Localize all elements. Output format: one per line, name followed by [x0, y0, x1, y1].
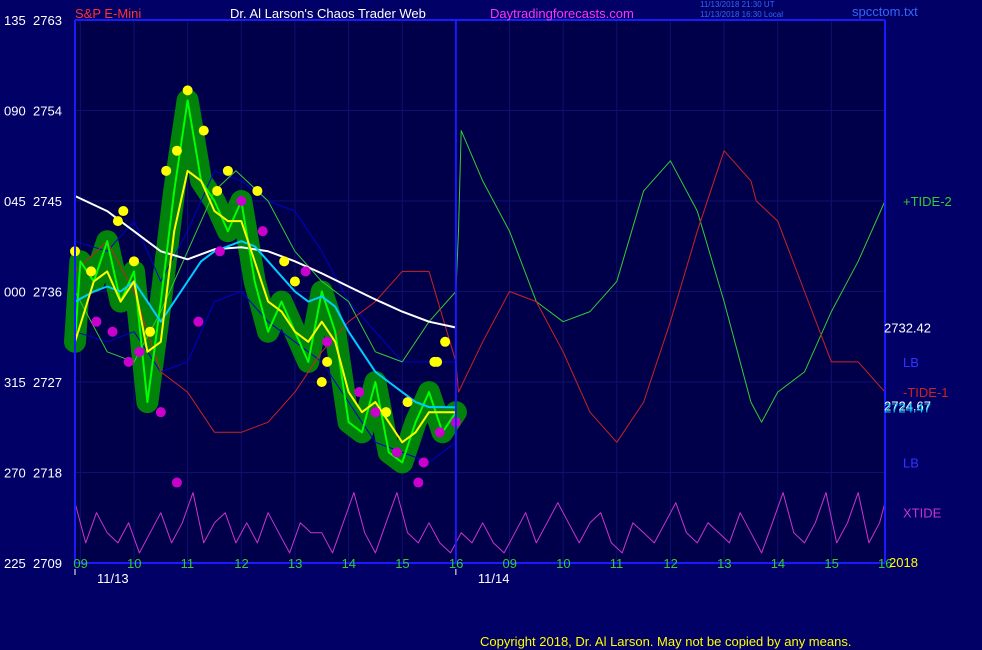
y-tick-price-label: 2727 — [33, 375, 62, 390]
high-marker — [322, 356, 333, 367]
high-marker — [279, 256, 290, 267]
low-marker — [370, 407, 381, 418]
high-marker — [402, 397, 413, 408]
chart-title: Dr. Al Larson's Chaos Trader Web — [230, 6, 426, 21]
copyright-notice: Copyright 2018, Dr. Al Larson. May not b… — [480, 634, 851, 649]
timestamp-local: 11/13/2018 16:30 Local — [700, 10, 783, 19]
low-marker — [418, 457, 429, 468]
high-marker — [432, 356, 443, 367]
x-tick-label: 12 — [663, 556, 677, 571]
site-link[interactable]: Daytradingforecasts.com — [490, 6, 634, 21]
x-tick-label: 11 — [610, 556, 624, 571]
y-tick-price-label: 2745 — [33, 194, 62, 209]
low-marker — [300, 266, 311, 277]
low-marker — [413, 477, 424, 488]
x-tick-label: 14 — [771, 556, 785, 571]
x-tick-label: 16 — [449, 556, 463, 571]
low-marker — [155, 407, 166, 418]
high-marker — [222, 165, 233, 176]
low-marker — [434, 427, 445, 438]
y-tick-left-label: 270 — [4, 466, 26, 481]
x-tick-label: 12 — [234, 556, 248, 571]
low-marker — [354, 387, 365, 398]
high-marker — [381, 407, 392, 418]
y-tick-price-label: 2736 — [33, 285, 62, 300]
low-marker — [107, 326, 118, 337]
data-file-name: spcctom.txt — [852, 4, 918, 19]
low-marker — [214, 246, 225, 257]
right-series-label: LB — [903, 355, 919, 370]
x-tick-label: 15 — [395, 556, 409, 571]
high-marker — [129, 256, 140, 267]
high-marker — [198, 125, 209, 136]
high-marker — [182, 85, 193, 96]
high-marker — [86, 266, 97, 277]
year-label: 2018 — [889, 555, 918, 570]
date-label: 11/13 — [97, 571, 129, 586]
high-marker — [171, 145, 182, 156]
low-marker — [123, 356, 134, 367]
high-marker — [118, 206, 129, 217]
low-marker — [236, 196, 247, 206]
x-tick-label: 10 — [127, 556, 141, 571]
y-tick-price-label: 2754 — [33, 104, 62, 119]
x-tick-label: 14 — [342, 556, 356, 571]
y-tick-price-label: 2718 — [33, 466, 62, 481]
x-tick-label: 13 — [288, 556, 302, 571]
high-marker — [112, 216, 123, 227]
y-tick-left-label: 225 — [4, 556, 26, 571]
right-series-label: LB — [903, 455, 919, 470]
x-tick-label: 09 — [503, 556, 517, 571]
y-tick-price-label: 2763 — [33, 13, 62, 28]
y-tick-left-label: 090 — [4, 104, 26, 119]
x-tick-label: 11 — [181, 556, 195, 571]
right-series-label: +TIDE-2 — [903, 194, 952, 209]
chart-symbol-label: S&P E-Mini — [75, 6, 141, 21]
timestamp-ut: 11/13/2018 21:30 UT — [700, 0, 775, 9]
high-marker — [316, 377, 327, 387]
high-marker — [289, 276, 300, 287]
y-tick-price-label: 2709 — [33, 556, 62, 571]
high-marker — [252, 185, 263, 196]
high-marker — [161, 165, 172, 176]
y-tick-left-label: 315 — [4, 375, 26, 390]
low-marker — [134, 346, 145, 357]
high-marker — [212, 185, 223, 196]
low-marker — [391, 447, 402, 458]
x-tick-label: 13 — [717, 556, 731, 571]
low-marker — [257, 226, 268, 237]
date-label: 11/14 — [478, 571, 510, 586]
x-tick-label: 09 — [73, 556, 87, 571]
right-series-label: 2732.42 — [884, 320, 931, 335]
y-tick-left-label: 045 — [4, 194, 26, 209]
low-marker — [91, 316, 102, 327]
x-tick-label: 10 — [556, 556, 570, 571]
right-series-label: XTIDE — [903, 506, 942, 521]
low-marker — [193, 316, 204, 327]
right-series-label: 2724.47 — [884, 400, 931, 415]
low-marker — [322, 336, 333, 347]
chart-canvas: 225 2709 270 2718 315 2727 000 2736 045 2745 090 27… — [4, 0, 952, 649]
y-tick-left-label: 000 — [4, 285, 26, 300]
y-tick-left-label: 135 — [4, 13, 26, 28]
x-tick-label: 15 — [824, 556, 838, 571]
high-marker — [145, 326, 156, 337]
low-marker — [171, 477, 182, 488]
high-marker — [440, 336, 451, 347]
